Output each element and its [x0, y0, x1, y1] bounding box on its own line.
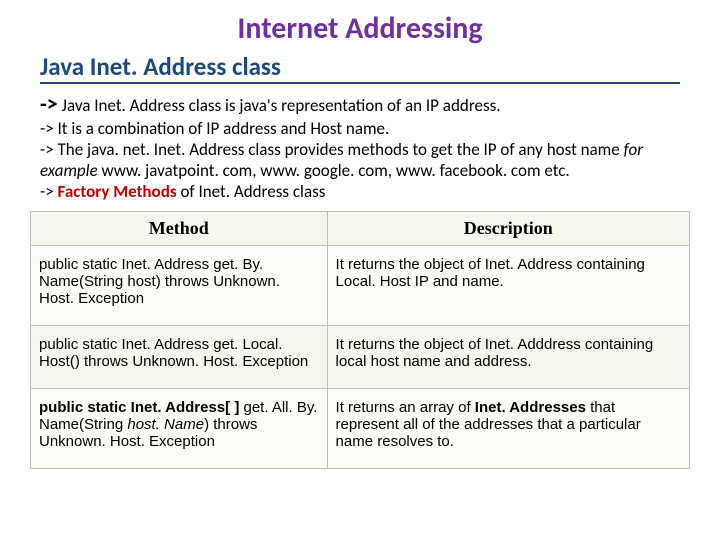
intro-line-3a: -> The java. net. Inet. Address class pr…	[40, 139, 624, 160]
intro-line-1: Java Inet. Address class is java's repre…	[58, 95, 501, 116]
intro-line-4-tail: of Inet. Address class	[177, 181, 326, 202]
desc-text: It returns an array of	[336, 399, 475, 416]
cell-description: It returns an array of Inet. Addresses t…	[327, 388, 689, 468]
cell-method: public static Inet. Address get. Local. …	[31, 325, 328, 388]
cell-description: It returns the object of Inet. Address c…	[327, 245, 689, 325]
methods-table: Method Description public static Inet. A…	[30, 211, 690, 469]
desc-bold: Inet. Addresses	[475, 399, 590, 416]
bullet-arrow: ->	[40, 90, 58, 117]
section-subtitle: Java Inet. Address class	[40, 51, 680, 84]
cell-description: It returns the object of Inet. Adddress …	[327, 325, 689, 388]
intro-paragraph: -> Java Inet. Address class is java's re…	[40, 90, 680, 203]
cell-method: public static Inet. Address[ ] get. All.…	[31, 388, 328, 468]
header-method: Method	[31, 211, 328, 245]
header-description: Description	[327, 211, 689, 245]
cell-method: public static Inet. Address get. By. Nam…	[31, 245, 328, 325]
table-row: public static Inet. Address get. By. Nam…	[31, 245, 690, 325]
table-row: public static Inet. Address[ ] get. All.…	[31, 388, 690, 468]
intro-line-4-arrow: ->	[40, 181, 58, 202]
table-header-row: Method Description	[31, 211, 690, 245]
method-bold: public static Inet. Address[ ]	[39, 399, 243, 416]
table-row: public static Inet. Address get. Local. …	[31, 325, 690, 388]
method-param-italic: host. Name	[127, 416, 204, 433]
intro-line-2: -> It is a combination of IP address and…	[40, 118, 389, 139]
factory-methods-label: Factory Methods	[58, 181, 177, 202]
page-title: Internet Addressing	[30, 10, 690, 47]
intro-line-3b: www. javatpoint. com, www. google. com, …	[98, 160, 570, 181]
